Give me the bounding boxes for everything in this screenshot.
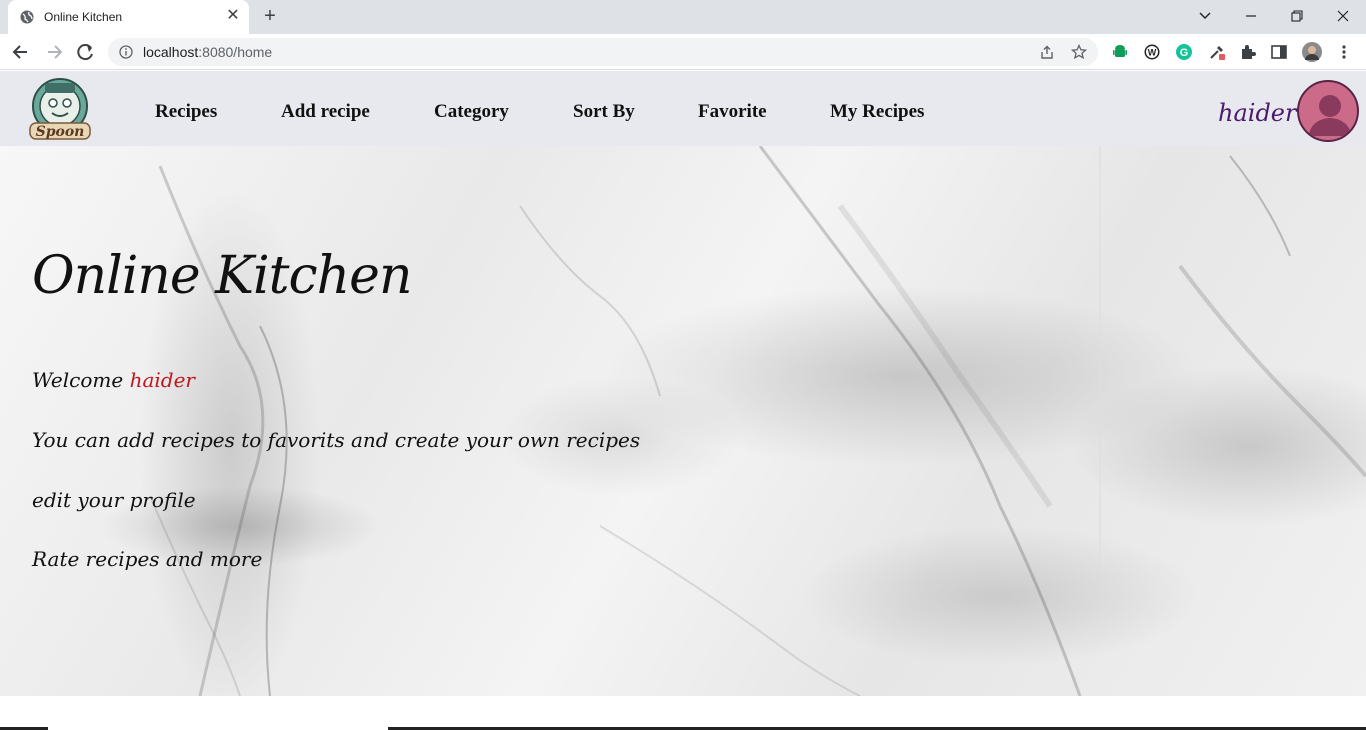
user-avatar[interactable] bbox=[1297, 80, 1359, 142]
menu-icon[interactable] bbox=[1335, 43, 1353, 61]
welcome-prefix: Welcome bbox=[32, 368, 124, 392]
eyedropper-icon[interactable] bbox=[1208, 43, 1226, 61]
welcome-username: haider bbox=[129, 368, 195, 392]
tab-strip: Online Kitchen ✕ + bbox=[0, 0, 1366, 34]
nav-category[interactable]: Category bbox=[434, 101, 509, 123]
side-panel-icon[interactable] bbox=[1270, 43, 1288, 61]
back-icon[interactable] bbox=[9, 41, 33, 63]
reload-icon[interactable] bbox=[74, 41, 98, 63]
marble-background bbox=[149, 146, 1366, 696]
restore-icon[interactable] bbox=[1285, 5, 1309, 27]
nav-sort-by[interactable]: Sort By bbox=[573, 101, 635, 123]
new-tab-button[interactable]: + bbox=[259, 6, 281, 28]
user-silhouette-icon bbox=[1309, 95, 1351, 136]
share-icon[interactable] bbox=[1039, 44, 1055, 60]
nav-my-recipes[interactable]: My Recipes bbox=[830, 101, 924, 123]
url-path: :8080/home bbox=[198, 44, 273, 60]
hero-title: Online Kitchen bbox=[32, 246, 412, 306]
star-icon[interactable] bbox=[1071, 44, 1087, 60]
android-icon[interactable] bbox=[1111, 43, 1129, 61]
tab-title: Online Kitchen bbox=[44, 10, 123, 24]
hero-section: Online Kitchen Welcome haider You can ad… bbox=[0, 146, 1366, 696]
hero-line-profile: edit your profile bbox=[32, 488, 196, 512]
forward-icon[interactable] bbox=[42, 41, 66, 63]
minimize-icon[interactable] bbox=[1239, 5, 1263, 27]
profile-avatar[interactable] bbox=[1302, 42, 1322, 62]
spoon-logo[interactable]: Spoon bbox=[28, 77, 92, 143]
welcome-line: Welcome haider bbox=[32, 368, 195, 392]
browser-tab[interactable]: Online Kitchen ✕ bbox=[8, 0, 249, 34]
grammarly-icon[interactable]: G bbox=[1175, 43, 1193, 61]
extensions-icon[interactable] bbox=[1239, 43, 1257, 61]
svg-text:W: W bbox=[1148, 48, 1157, 58]
hero-line-favorites: You can add recipes to favorits and crea… bbox=[32, 428, 641, 452]
wordpress-icon[interactable]: W bbox=[1143, 43, 1161, 61]
address-bar[interactable]: localhost:8080/home bbox=[108, 38, 1098, 66]
hero-line-rate: Rate recipes and more bbox=[32, 547, 263, 571]
close-tab-icon[interactable]: ✕ bbox=[224, 7, 242, 25]
close-window-icon[interactable] bbox=[1331, 5, 1355, 27]
nav-recipes[interactable]: Recipes bbox=[155, 101, 217, 123]
tab-search-icon[interactable] bbox=[1193, 5, 1217, 27]
nav-favorite[interactable]: Favorite bbox=[698, 101, 767, 123]
site-navbar: Spoon Recipes Add recipe Category Sort B… bbox=[0, 71, 1366, 146]
nav-add-recipe[interactable]: Add recipe bbox=[281, 101, 370, 123]
browser-toolbar: localhost:8080/home W G bbox=[0, 34, 1366, 70]
page-bottom-area bbox=[0, 696, 1366, 730]
svg-text:G: G bbox=[1180, 47, 1189, 59]
nav-username[interactable]: haider bbox=[1218, 99, 1296, 127]
globe-icon bbox=[20, 10, 34, 24]
url-host: localhost bbox=[143, 44, 199, 60]
url-text: localhost:8080/home bbox=[143, 44, 272, 60]
logo-text: Spoon bbox=[36, 124, 85, 140]
info-icon[interactable] bbox=[119, 45, 133, 59]
